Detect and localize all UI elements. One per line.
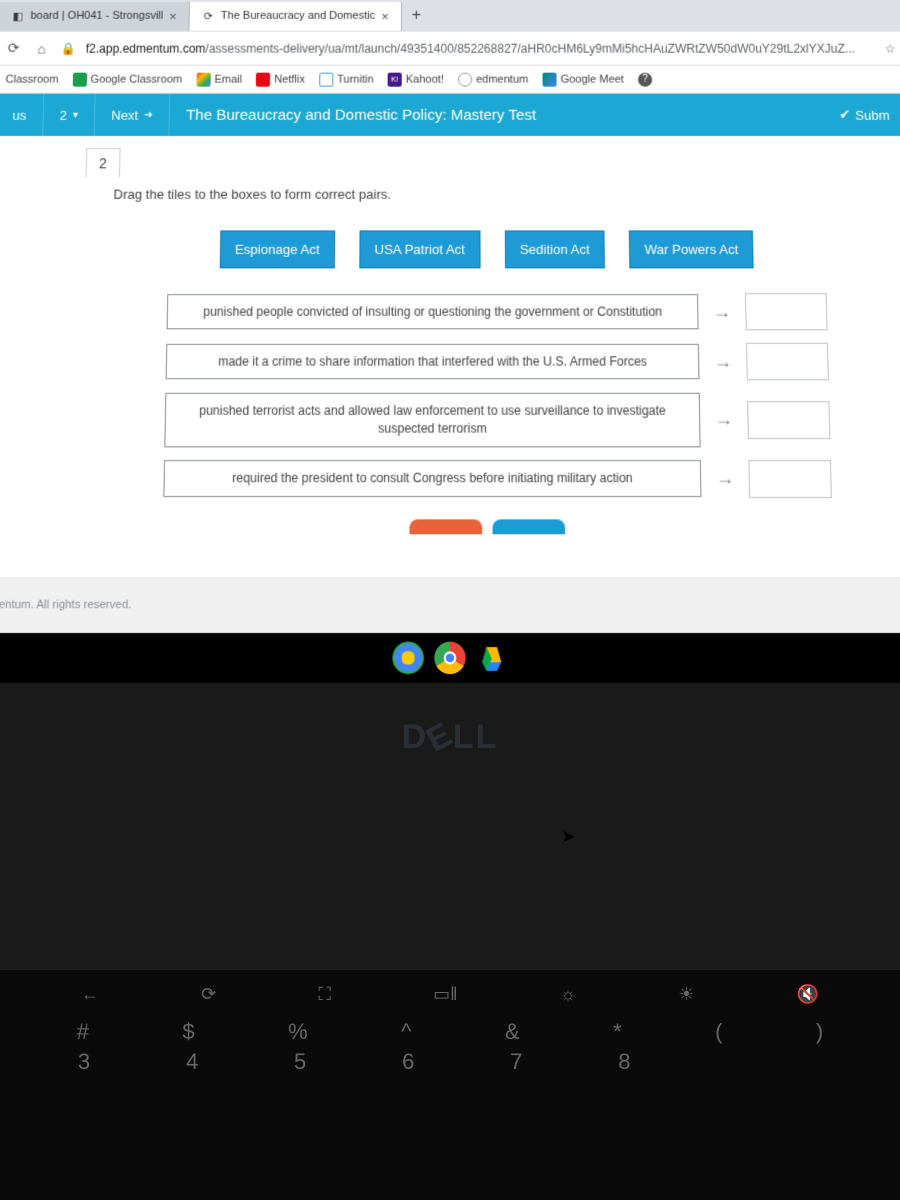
tile-war-powers-act[interactable]: War Powers Act [629, 230, 754, 268]
description-3: required the president to consult Congre… [163, 460, 701, 497]
arrow-right-icon: → [715, 468, 734, 490]
keyboard-area: ← ⟳ ⛶ ▭‖ ☼ ☀ 🔇 # $ % ^ & * ( ) 3 4 5 6 7… [0, 970, 900, 1200]
question-content: 2 Drag the tiles to the boxes to form co… [0, 136, 900, 577]
drive-icon[interactable] [476, 641, 507, 674]
tab-favicon: ⟳ [202, 9, 215, 22]
turnitin-icon [319, 72, 333, 86]
key-amp: & [505, 1019, 520, 1045]
test-title: The Bureaucracy and Domestic Policy: Mas… [170, 106, 826, 123]
bookmark-google-classroom[interactable]: Google Classroom [72, 72, 182, 86]
edmentum-icon [458, 72, 472, 86]
action-button-peek[interactable] [492, 519, 565, 534]
pairs-area: punished people convicted of insulting o… [77, 293, 897, 498]
lock-icon[interactable]: 🔒 [60, 41, 75, 55]
url-field[interactable]: f2.app.edmentum.com/assessments-delivery… [86, 41, 875, 55]
drop-zone-2[interactable] [747, 401, 830, 439]
footer-copyright: mentum. All rights reserved. [0, 577, 900, 633]
tile-usa-patriot-act[interactable]: USA Patriot Act [359, 230, 480, 268]
key-overview: ▭‖ [433, 984, 457, 1005]
close-icon[interactable]: × [381, 8, 389, 23]
home-icon[interactable]: ⌂ [32, 40, 51, 56]
key-mute: 🔇 [797, 984, 819, 1005]
key-percent: % [288, 1019, 308, 1045]
previous-button[interactable]: us [0, 94, 44, 136]
chrome-shelf [0, 633, 900, 683]
reload-icon[interactable]: ⟳ [4, 40, 23, 57]
tile-sedition-act[interactable]: Sedition Act [505, 230, 606, 268]
key-bright-up: ☀ [678, 984, 694, 1005]
submit-button[interactable]: ✔Subm [825, 107, 900, 123]
tab-favicon: ◧ [11, 9, 24, 22]
question-prompt: Drag the tiles to the boxes to form corr… [84, 136, 888, 222]
tab-title: The Bureaucracy and Domestic [221, 10, 375, 22]
check-icon: ✔ [839, 107, 850, 123]
key-fullscreen: ⛶ [318, 984, 331, 1005]
bookmark-turnitin[interactable]: Turnitin [319, 72, 374, 86]
arrow-right-icon: → [713, 351, 732, 373]
key-5: 5 [294, 1049, 306, 1075]
kahoot-icon: K! [388, 72, 402, 86]
tab-title: board | OH041 - Strongsvill [30, 10, 163, 22]
app-header: us 2▾ Next ➔ The Bureaucracy and Domesti… [0, 94, 900, 136]
google-classroom-icon [72, 72, 86, 86]
browser-tab-0[interactable]: ◧ board | OH041 - Strongsvill × [0, 1, 190, 30]
bookmark-star-icon[interactable]: ☆ [884, 41, 895, 55]
reset-button-peek[interactable] [410, 519, 483, 534]
chrome-icon[interactable] [434, 641, 465, 674]
app-icon-1[interactable] [392, 641, 423, 674]
tile-espionage-act[interactable]: Espionage Act [219, 230, 335, 268]
key-4: 4 [186, 1049, 198, 1075]
browser-tab-1[interactable]: ⟳ The Bureaucracy and Domestic × [190, 1, 402, 30]
key-bright-down: ☼ [560, 984, 577, 1005]
bookmark-kahoot[interactable]: K!Kahoot! [388, 72, 444, 86]
drop-zone-1[interactable] [746, 343, 829, 380]
bookmark-email[interactable]: Email [196, 72, 242, 86]
drop-zone-3[interactable] [748, 460, 832, 498]
bookmark-google-meet[interactable]: Google Meet [542, 72, 624, 86]
address-bar: ⟳ ⌂ 🔒 f2.app.edmentum.com/assessments-de… [0, 32, 900, 66]
tiles-row: Espionage Act USA Patriot Act Sedition A… [83, 222, 891, 293]
close-icon[interactable]: × [169, 8, 177, 23]
drop-zone-0[interactable] [745, 293, 828, 330]
key-paren-r: ) [816, 1019, 823, 1045]
bottom-buttons-peek [76, 519, 898, 534]
help-icon[interactable]: ? [638, 72, 652, 86]
question-counter[interactable]: 2▾ [43, 94, 96, 136]
google-meet-icon [542, 72, 556, 86]
key-paren-l: ( [715, 1019, 722, 1045]
browser-tab-bar: ◧ board | OH041 - Strongsvill × ⟳ The Bu… [0, 0, 900, 32]
key-star: * [613, 1019, 622, 1045]
description-0: punished people convicted of insulting o… [167, 294, 699, 330]
key-refresh: ⟳ [201, 984, 216, 1005]
chevron-down-icon: ▾ [73, 109, 78, 120]
pair-row-3: required the president to consult Congre… [163, 460, 832, 498]
bookmark-edmentum[interactable]: edmentum [458, 72, 528, 86]
dell-logo: DELL [0, 718, 900, 757]
pair-row-1: made it a crime to share information tha… [166, 343, 829, 380]
bookmark-classroom[interactable]: Classroom [5, 73, 58, 85]
key-8: 8 [618, 1049, 630, 1075]
bookmarks-bar: Classroom Google Classroom Email Netflix… [0, 66, 900, 94]
key-3: 3 [78, 1049, 90, 1075]
question-number-tab[interactable]: 2 [86, 148, 121, 177]
key-6: 6 [402, 1049, 414, 1075]
key-7: 7 [510, 1049, 522, 1075]
gmail-icon [196, 72, 210, 86]
cursor-icon: ➤ [561, 826, 575, 848]
next-button[interactable]: Next ➔ [95, 94, 171, 136]
arrow-right-icon: ➔ [144, 109, 153, 120]
arrow-right-icon: → [714, 409, 733, 431]
bookmark-netflix[interactable]: Netflix [256, 72, 305, 86]
pair-row-0: punished people convicted of insulting o… [167, 293, 828, 330]
key-caret: ^ [401, 1019, 411, 1045]
key-dollar: $ [182, 1019, 194, 1045]
arrow-right-icon: → [712, 301, 731, 323]
description-2: punished terrorist acts and allowed law … [164, 393, 700, 447]
new-tab-button[interactable]: + [402, 2, 431, 30]
pair-row-2: punished terrorist acts and allowed law … [164, 393, 830, 447]
key-hash: # [77, 1019, 89, 1045]
key-back: ← [81, 984, 99, 1005]
description-1: made it a crime to share information tha… [166, 343, 700, 379]
netflix-icon [256, 72, 270, 86]
